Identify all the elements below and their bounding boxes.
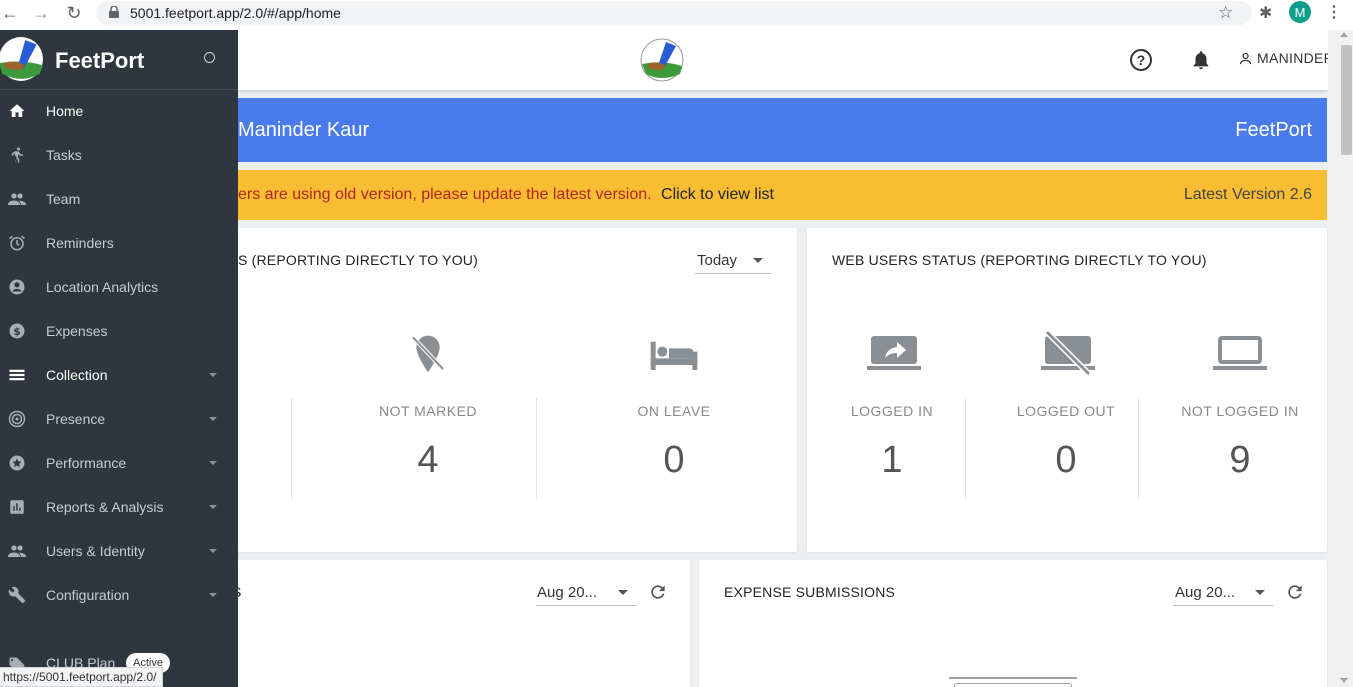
chevron-down-icon bbox=[753, 258, 763, 263]
list-icon bbox=[9, 369, 25, 381]
stat-logged-in[interactable]: LOGGED IN 1 bbox=[812, 403, 972, 482]
bookmark-star-icon[interactable]: ☆ bbox=[1218, 3, 1233, 23]
profile-avatar[interactable]: M bbox=[1289, 1, 1311, 23]
chevron-down-icon bbox=[209, 505, 217, 509]
bar-chart-icon bbox=[10, 500, 24, 514]
welcome-brand: FeetPort bbox=[1235, 118, 1312, 141]
extensions-icon[interactable]: ✱ bbox=[1259, 3, 1272, 23]
submissions-card: S Aug 20... bbox=[232, 560, 690, 687]
sidebar-item-presence[interactable]: Presence bbox=[0, 397, 238, 441]
back-icon[interactable]: ← bbox=[0, 1, 24, 25]
card-title: WEB USERS STATUS (REPORTING DIRECTLY TO … bbox=[832, 252, 1207, 268]
chart-placeholder bbox=[949, 677, 1077, 679]
card-title: EXPENSE SUBMISSIONS bbox=[724, 584, 896, 600]
sidebar-item-reports-analysis[interactable]: Reports & Analysis bbox=[0, 485, 238, 529]
sidebar-item-users-identity[interactable]: Users & Identity bbox=[0, 529, 238, 573]
stop-screen-share-icon bbox=[1041, 330, 1095, 376]
brand-name: FeetPort bbox=[55, 48, 145, 73]
refresh-icon[interactable] bbox=[648, 582, 668, 602]
feetport-logo-icon bbox=[640, 38, 684, 82]
web-users-status-card: WEB USERS STATUS (REPORTING DIRECTLY TO … bbox=[807, 228, 1327, 552]
chart-placeholder bbox=[954, 683, 1072, 687]
home-icon bbox=[9, 104, 25, 117]
sidebar: FeetPort Home Tasks Team Reminders Locat… bbox=[0, 30, 238, 687]
sidebar-item-expenses[interactable]: $ Expenses bbox=[0, 309, 238, 353]
expense-submissions-card: EXPENSE SUBMISSIONS Aug 20... bbox=[699, 560, 1327, 687]
star-circle-icon bbox=[9, 455, 25, 471]
welcome-user-name: Maninder Kaur bbox=[238, 118, 370, 141]
sidebar-brand: FeetPort bbox=[0, 30, 238, 90]
chevron-down-icon bbox=[209, 593, 217, 597]
bed-icon bbox=[650, 341, 698, 370]
scroll-up-arrow-icon[interactable] bbox=[1340, 32, 1348, 37]
screen-share-icon bbox=[867, 336, 921, 370]
sidebar-item-collection[interactable]: Collection bbox=[0, 353, 238, 397]
chevron-down-icon bbox=[209, 461, 217, 465]
chevron-down-icon bbox=[209, 549, 217, 553]
stat-not-logged-in[interactable]: NOT LOGGED IN 9 bbox=[1160, 403, 1320, 482]
chevron-down-icon bbox=[209, 373, 217, 377]
field-users-status-card: S (REPORTING DIRECTLY TO YOU) Today NOT … bbox=[238, 228, 797, 552]
people-icon bbox=[8, 545, 26, 557]
feetport-logo-icon bbox=[0, 37, 43, 81]
wrench-icon bbox=[8, 586, 26, 604]
stat-on-leave[interactable]: ON LEAVE 0 bbox=[594, 403, 754, 482]
browser-toolbar: ← → ↻ 5001.feetport.app/2.0/#/app/home ☆… bbox=[0, 0, 1353, 30]
sidebar-toggle-icon[interactable] bbox=[204, 52, 215, 63]
account-circle-icon bbox=[9, 279, 25, 295]
location-off-icon bbox=[411, 335, 445, 373]
url-text: 5001.feetport.app/2.0/#/app/home bbox=[130, 5, 341, 21]
chevron-down-icon bbox=[618, 590, 628, 595]
laptop-icon bbox=[1213, 336, 1267, 370]
user-menu-button[interactable]: MANINDER bbox=[1238, 50, 1334, 66]
people-icon bbox=[8, 193, 26, 205]
stat-not-marked[interactable]: NOT MARKED 4 bbox=[348, 403, 508, 482]
stat-logged-out[interactable]: LOGGED OUT 0 bbox=[986, 403, 1146, 482]
scroll-down-arrow-icon[interactable] bbox=[1340, 678, 1348, 683]
sidebar-item-tasks[interactable]: Tasks bbox=[0, 133, 238, 177]
scrollbar-thumb[interactable] bbox=[1341, 45, 1352, 155]
refresh-icon[interactable] bbox=[1285, 582, 1305, 602]
date-filter-dropdown[interactable]: Today bbox=[695, 248, 771, 274]
sidebar-item-configuration[interactable]: Configuration bbox=[0, 573, 238, 617]
card-title: S (REPORTING DIRECTLY TO YOU) bbox=[238, 252, 478, 268]
view-list-link[interactable]: Click to view list bbox=[661, 186, 774, 203]
welcome-banner: Maninder Kaur FeetPort bbox=[238, 98, 1327, 162]
sidebar-item-home[interactable]: Home bbox=[0, 89, 238, 133]
browser-menu-icon[interactable]: ⋮ bbox=[1326, 2, 1342, 22]
divider bbox=[536, 398, 537, 500]
dollar-icon: $ bbox=[9, 323, 25, 339]
svg-text:$: $ bbox=[13, 326, 20, 338]
lock-icon bbox=[109, 6, 119, 18]
month-filter-dropdown[interactable]: Aug 20... bbox=[1173, 580, 1273, 606]
month-filter-dropdown[interactable]: Aug 20... bbox=[536, 580, 636, 606]
reload-icon[interactable]: ↻ bbox=[60, 1, 88, 25]
chevron-down-icon bbox=[1255, 590, 1265, 595]
target-icon bbox=[8, 410, 26, 428]
sidebar-item-location-analytics[interactable]: Location Analytics bbox=[0, 265, 238, 309]
run-icon bbox=[11, 147, 23, 163]
bell-icon[interactable] bbox=[1190, 49, 1212, 71]
latest-version-label: Latest Version 2.6 bbox=[1183, 186, 1312, 203]
sidebar-item-reminders[interactable]: Reminders bbox=[0, 221, 238, 265]
divider bbox=[291, 398, 292, 500]
chevron-down-icon bbox=[209, 417, 217, 421]
user-name: MANINDER bbox=[1257, 50, 1335, 66]
help-icon[interactable]: ? bbox=[1130, 49, 1152, 71]
forward-icon[interactable]: → bbox=[27, 1, 55, 25]
person-icon bbox=[1239, 52, 1252, 64]
sidebar-item-team[interactable]: Team bbox=[0, 177, 238, 221]
alarm-icon bbox=[9, 235, 25, 251]
app-header: ? MANINDER bbox=[238, 30, 1334, 90]
address-bar[interactable]: 5001.feetport.app/2.0/#/app/home bbox=[96, 1, 1252, 25]
update-message: ers are using old version, please update… bbox=[238, 186, 652, 203]
update-banner: ers are using old version, please update… bbox=[238, 170, 1327, 220]
sidebar-item-performance[interactable]: Performance bbox=[0, 441, 238, 485]
link-hover-status: https://5001.feetport.app/2.0/ bbox=[0, 667, 164, 687]
